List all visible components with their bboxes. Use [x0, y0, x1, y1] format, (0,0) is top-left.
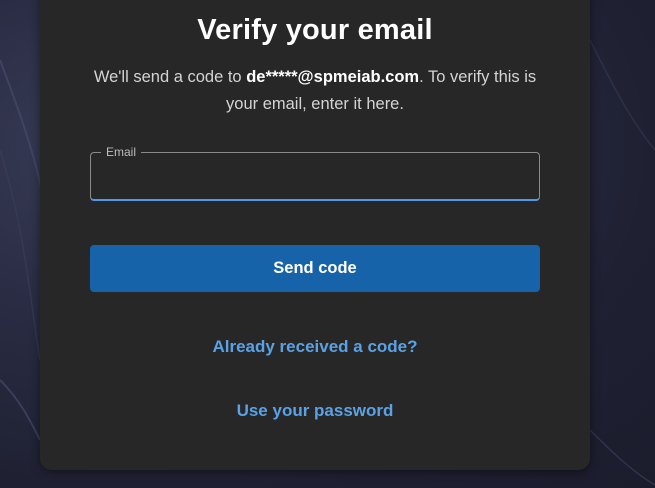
masked-email: de*****@spmeiab.com — [246, 68, 420, 86]
use-password-link[interactable]: Use your password — [40, 401, 590, 421]
email-field[interactable]: Email — [90, 144, 540, 201]
dialog-title: Verify your email — [197, 14, 433, 46]
already-received-code-link[interactable]: Already received a code? — [40, 337, 590, 357]
send-code-button[interactable]: Send code — [90, 245, 540, 292]
dialog-description: We'll send a code to de*****@spmeiab.com… — [80, 64, 550, 118]
description-prefix: We'll send a code to — [93, 68, 247, 86]
email-input[interactable] — [91, 153, 539, 199]
verify-email-dialog: Verify your email We'll send a code to d… — [40, 0, 590, 470]
